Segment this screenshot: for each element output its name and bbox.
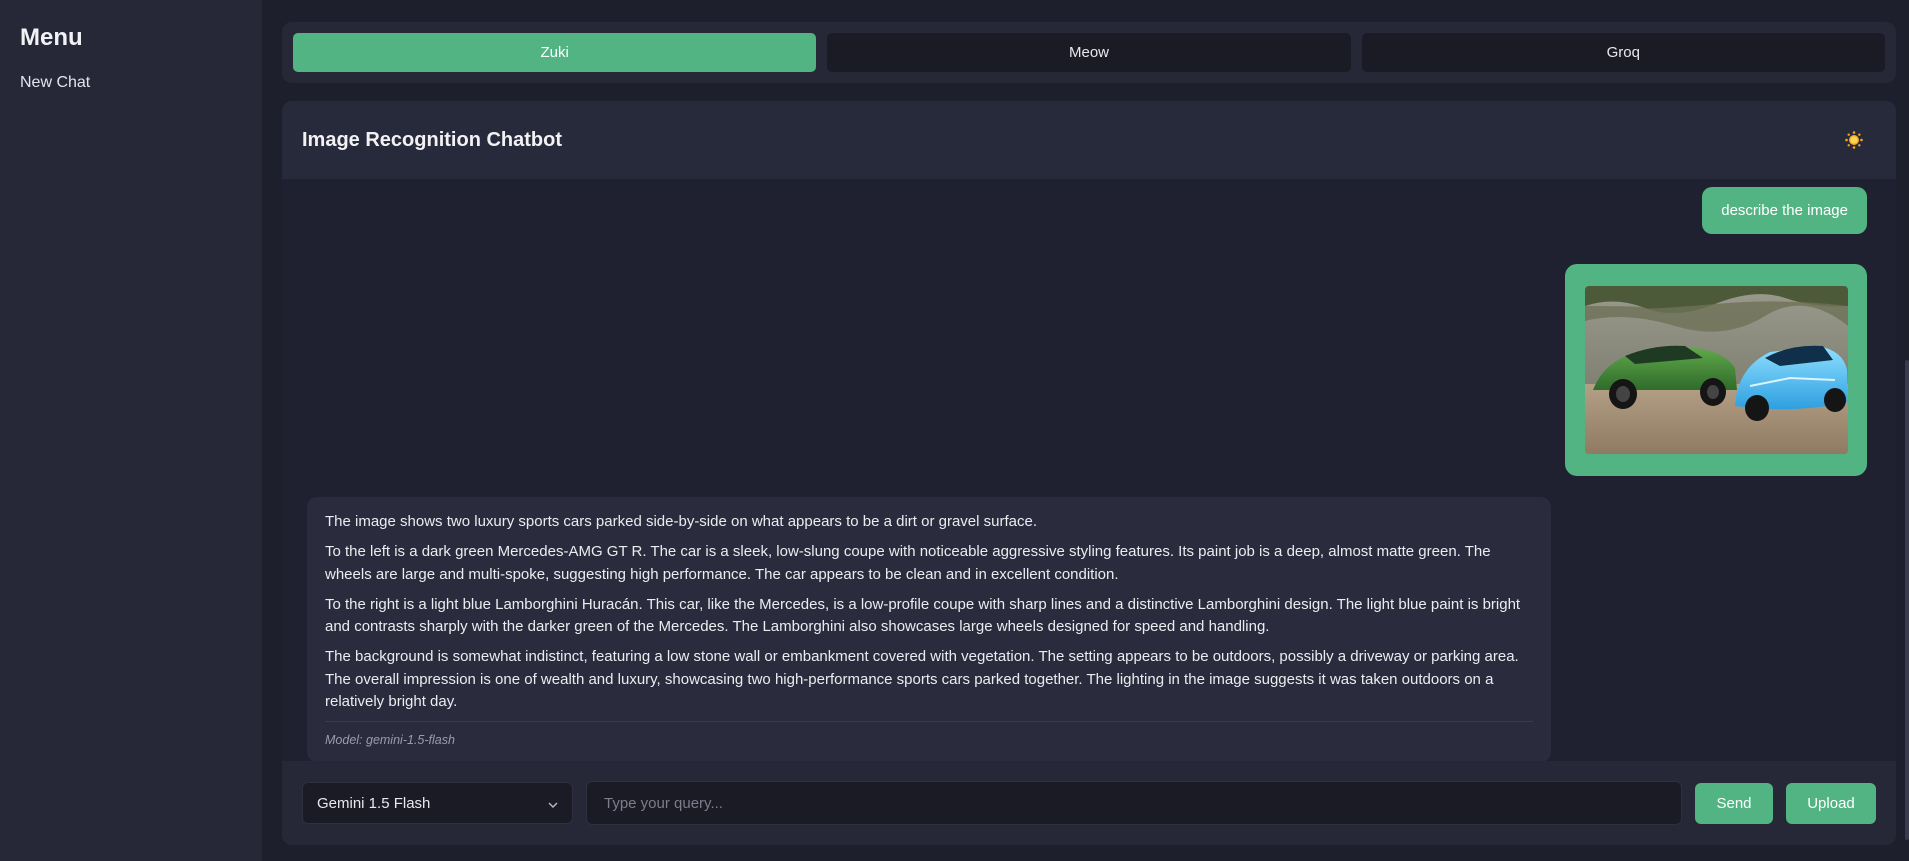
chevron-down-icon — [548, 795, 558, 812]
provider-tabs: Zuki Meow Groq — [282, 22, 1896, 83]
sidebar-item-new-chat[interactable]: New Chat — [20, 74, 242, 92]
tab-meow[interactable]: Meow — [827, 33, 1351, 72]
sidebar: Menu New Chat — [0, 0, 262, 861]
upload-button[interactable]: Upload — [1786, 782, 1876, 824]
tab-groq[interactable]: Groq — [1361, 33, 1885, 72]
sun-icon[interactable] — [1844, 130, 1864, 150]
chat-title: Image Recognition Chatbot — [302, 128, 562, 151]
bot-message: The image shows two luxury sports cars p… — [307, 497, 1551, 761]
user-message: describe the image — [1702, 187, 1867, 234]
send-button[interactable]: Send — [1695, 782, 1773, 824]
car-photo[interactable] — [1585, 286, 1848, 454]
bot-paragraph: The image shows two luxury sports cars p… — [325, 513, 1038, 530]
query-input[interactable] — [586, 781, 1682, 825]
model-label: Model: gemini-1.5-flash — [325, 721, 1533, 752]
input-bar: Gemini 1.5 Flash Send Upload — [282, 761, 1896, 845]
model-select[interactable]: Gemini 1.5 Flash — [302, 782, 573, 824]
chat-card: Image Recognition Chatbot describe the i… — [282, 101, 1896, 845]
main-area: Zuki Meow Groq Image Recognition Chatbot — [282, 22, 1896, 845]
sun-icon-graphic — [1845, 131, 1863, 149]
page-scrollbar[interactable] — [1905, 360, 1909, 840]
bot-paragraph: The background is somewhat indistinct, f… — [325, 648, 1519, 710]
message-list[interactable]: describe the image The image shows two l… — [282, 179, 1896, 761]
tab-zuki[interactable]: Zuki — [293, 33, 817, 72]
model-select-value: Gemini 1.5 Flash — [317, 794, 431, 812]
bot-paragraph: To the right is a light blue Lamborghini… — [325, 595, 1521, 636]
bot-paragraph: To the left is a dark green Mercedes-AMG… — [325, 543, 1491, 583]
sidebar-title: Menu — [20, 24, 83, 51]
user-image-message — [1565, 264, 1867, 476]
chat-header: Image Recognition Chatbot — [282, 101, 1896, 179]
